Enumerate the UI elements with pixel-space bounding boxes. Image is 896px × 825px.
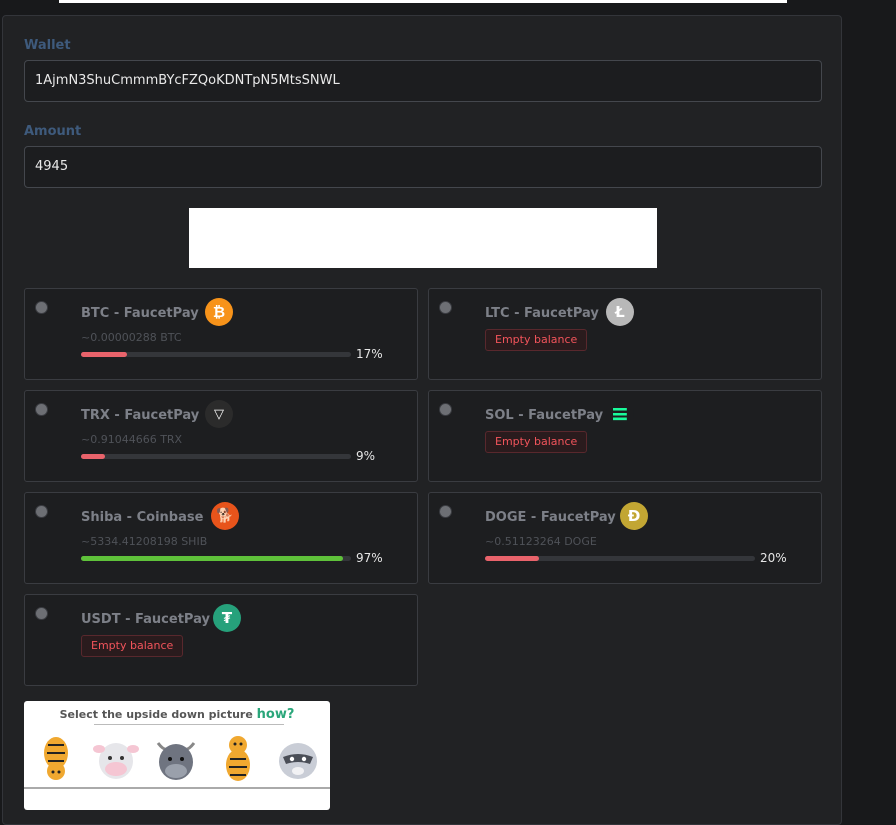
balance-progress-bar <box>81 352 351 357</box>
empty-balance-badge: Empty balance <box>81 635 184 657</box>
divider <box>94 724 284 725</box>
progress-percent: 20% <box>760 551 787 565</box>
currency-amount: ~5334.41208198 SHIB <box>81 535 208 548</box>
amount-input[interactable]: 4945 <box>24 146 822 188</box>
shiba-inu-icon: 🐕 <box>211 502 239 530</box>
captcha-help-link[interactable]: how? <box>257 707 295 722</box>
top-banner-strip <box>59 0 787 3</box>
progress-percent: 97% <box>356 551 383 565</box>
currency-option-ltc[interactable]: LTC - FaucetPay Ł Empty balance <box>428 288 822 380</box>
currency-option-btc[interactable]: BTC - FaucetPay ₿ ~0.00000288 BTC 17% <box>24 288 418 380</box>
currency-option-trx[interactable]: TRX - FaucetPay ▽ ~0.91044666 TRX 9% <box>24 390 418 482</box>
currency-option-sol[interactable]: SOL - FaucetPay ≡ Empty balance <box>428 390 822 482</box>
currency-title: TRX - FaucetPay <box>81 408 200 423</box>
currency-title: DOGE - FaucetPay <box>485 510 616 525</box>
currency-amount: ~0.51123264 DOGE <box>485 535 597 548</box>
currency-option-usdt[interactable]: USDT - FaucetPay ₮ Empty balance <box>24 594 418 686</box>
progress-percent: 9% <box>356 449 376 463</box>
balance-progress-bar <box>485 556 755 561</box>
currency-amount: ~0.91044666 TRX <box>81 433 183 446</box>
captcha-option-tiger[interactable] <box>212 731 264 785</box>
captcha-option-bull[interactable] <box>150 731 202 785</box>
amount-label: Amount <box>24 124 82 139</box>
captcha-widget: Select the upside down picture how? <box>24 701 330 810</box>
tron-icon: ▽ <box>205 400 233 428</box>
balance-progress-bar <box>81 454 351 459</box>
captcha-prompt-row: Select the upside down picture how? <box>24 707 330 722</box>
progress-fill <box>81 454 106 459</box>
captcha-option-raccoon[interactable] <box>272 731 324 785</box>
bitcoin-icon: ₿ <box>205 298 233 326</box>
wallet-label: Wallet <box>24 38 71 53</box>
captcha-divider <box>24 787 330 789</box>
dogecoin-icon: Ð <box>620 502 648 530</box>
currency-option-shib[interactable]: Shiba - Coinbase 🐕 ~5334.41208198 SHIB 9… <box>24 492 418 584</box>
progress-fill <box>485 556 539 561</box>
currency-amount: ~0.00000288 BTC <box>81 331 182 344</box>
radio-button[interactable] <box>35 301 48 314</box>
currency-option-doge[interactable]: DOGE - FaucetPay Ð ~0.51123264 DOGE 20% <box>428 492 822 584</box>
empty-balance-badge: Empty balance <box>485 431 588 453</box>
radio-button[interactable] <box>35 505 48 518</box>
radio-button[interactable] <box>439 403 452 416</box>
progress-fill <box>81 556 343 561</box>
empty-balance-badge: Empty balance <box>485 329 588 351</box>
currency-title: LTC - FaucetPay <box>485 306 599 321</box>
tether-icon: ₮ <box>213 604 241 632</box>
ad-banner[interactable] <box>189 208 657 268</box>
radio-button[interactable] <box>35 403 48 416</box>
captcha-prompt: Select the upside down picture <box>59 708 253 721</box>
litecoin-icon: Ł <box>606 298 634 326</box>
radio-button[interactable] <box>439 301 452 314</box>
balance-progress-bar <box>81 556 351 561</box>
currency-title: Shiba - Coinbase <box>81 510 204 525</box>
currency-title: USDT - FaucetPay <box>81 612 210 627</box>
progress-percent: 17% <box>356 347 383 361</box>
radio-button[interactable] <box>439 505 452 518</box>
wallet-input[interactable]: 1AjmN3ShuCmmmBYcFZQoKDNTpN5MtsSNWL <box>24 60 822 102</box>
solana-icon: ≡ <box>606 400 634 428</box>
captcha-option-cow[interactable] <box>90 731 142 785</box>
currency-title: BTC - FaucetPay <box>81 306 199 321</box>
radio-button[interactable] <box>35 607 48 620</box>
progress-fill <box>81 352 127 357</box>
currency-title: SOL - FaucetPay <box>485 408 604 423</box>
captcha-option-tiger-upside-down[interactable] <box>30 731 82 785</box>
